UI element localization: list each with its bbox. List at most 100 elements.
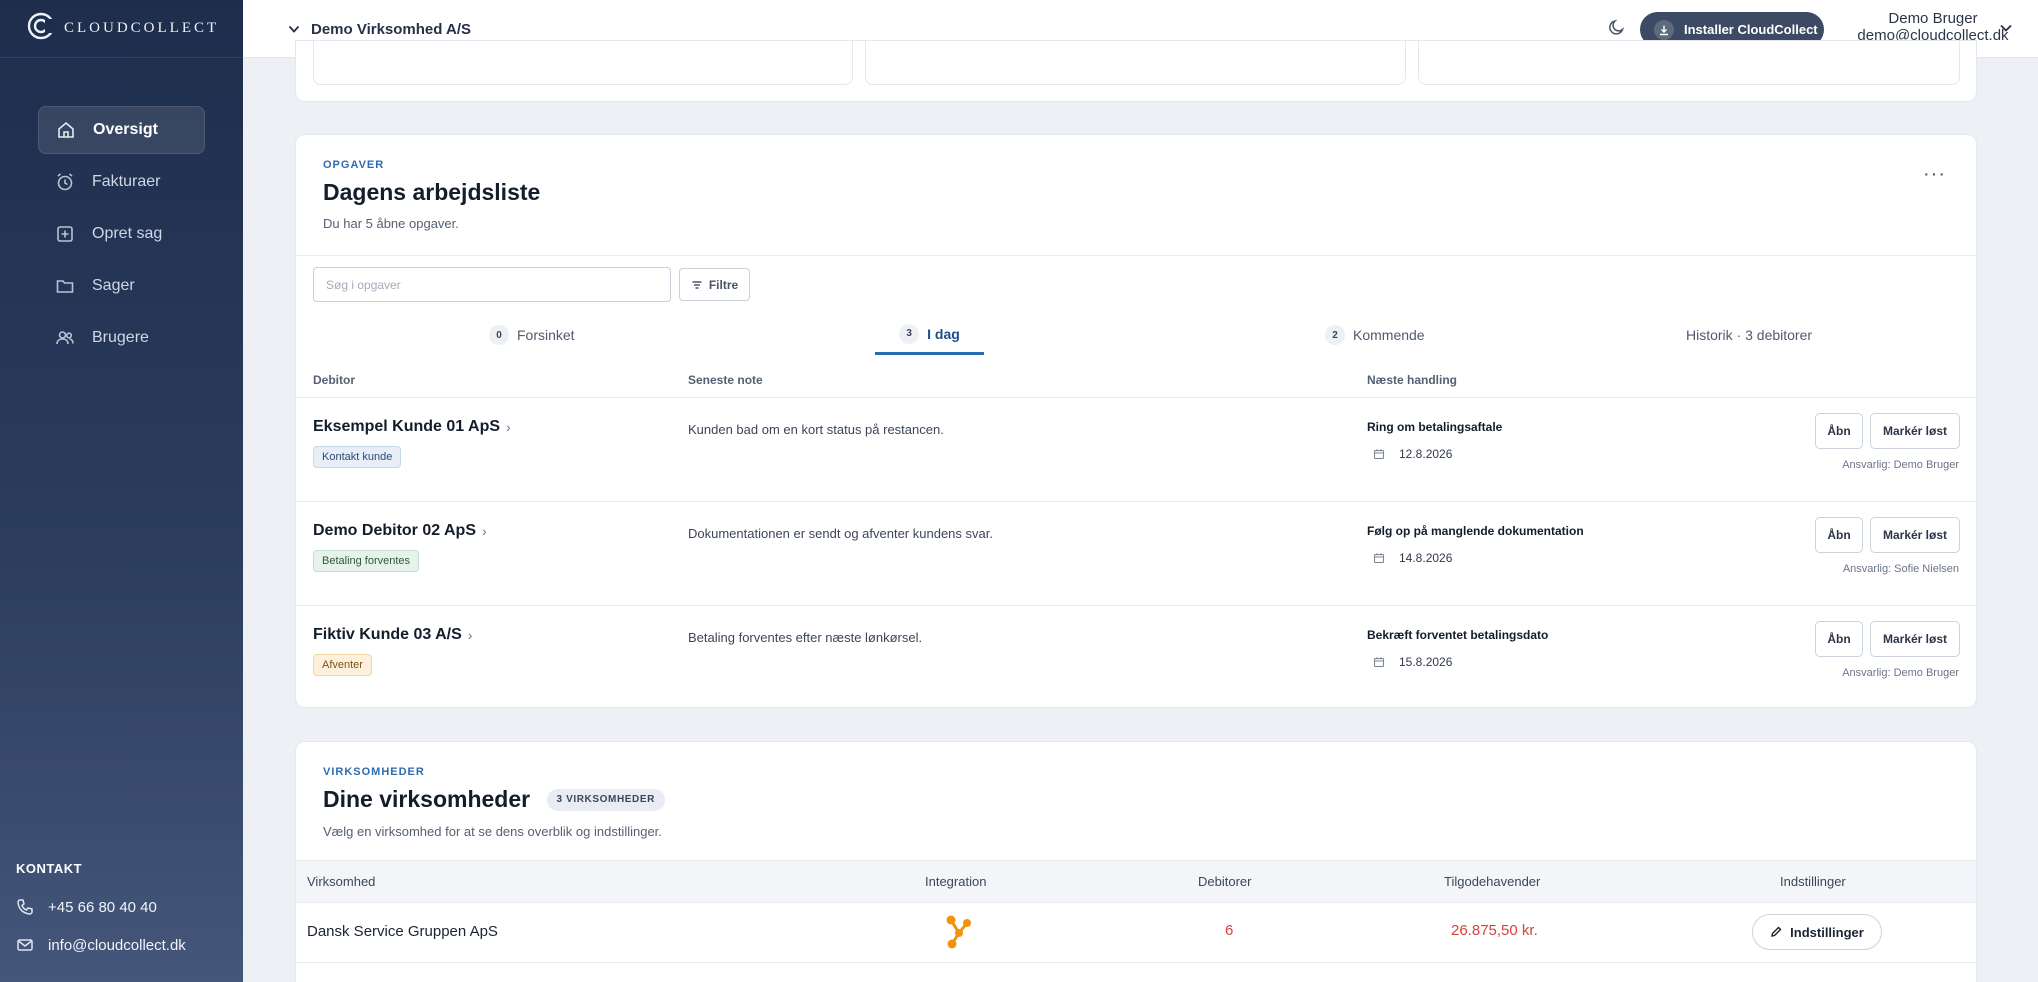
folder-icon [54,275,76,297]
tasks-eyebrow: OPGAVER [323,159,385,171]
install-label: Installer CloudCollect [1684,22,1818,37]
due-date-text: 12.8.2026 [1399,447,1453,461]
due-date-text: 14.8.2026 [1399,551,1453,565]
alarm-clock-icon [54,171,76,193]
chevron-down-icon[interactable] [1998,20,2014,41]
column-header-debitor: Debitor [313,373,355,387]
mark-resolved-button[interactable]: Markér løst [1870,621,1960,657]
theme-toggle-button[interactable] [1606,18,1628,40]
next-action: Bekræft forventet betalingsdato [1367,628,1549,642]
next-action: Følg op på manglende dokumentation [1367,524,1584,538]
sidebar-item-sager[interactable]: Sager [38,262,205,310]
due-date-text: 15.8.2026 [1399,655,1453,669]
chevron-down-icon [287,22,301,36]
task-tabs: 0 Forsinket 3 I dag 2 Kommende Historik … [313,315,1961,355]
download-icon [1654,19,1674,40]
column-header-note: Seneste note [688,373,763,387]
due-date: 14.8.2026 [1373,551,1452,565]
companies-title-row: Dine virksomheder 3 VIRKSOMHEDER [323,786,665,814]
tab-label: Forsinket [517,327,575,343]
sidebar-item-fakturaer[interactable]: Fakturaer [38,158,205,206]
tab-i-dag[interactable]: 3 I dag [875,315,984,355]
companies-table-header: Virksomhed Integration Debitorer Tilgode… [296,860,1976,903]
column-header-company: Virksomhed [307,874,376,889]
open-button[interactable]: Åbn [1815,621,1863,657]
due-date: 12.8.2026 [1373,447,1452,461]
tab-historik[interactable]: Historik · 3 debitorer [1686,315,1812,355]
sidebar-item-brugere[interactable]: Brugere [38,314,205,362]
sidebar-item-oversigt[interactable]: Oversigt [38,106,205,154]
filter-button[interactable]: Filtre [679,268,750,301]
settings-button[interactable]: Indstillinger [1752,914,1882,950]
task-search-input[interactable] [313,267,671,302]
logo-text: CLOUDCOLLECT [64,20,220,36]
column-header-debtors: Debitorer [1198,874,1252,889]
column-header-next-action: Næste handling [1367,373,1458,387]
debitor-name: Eksempel Kunde 01 ApS [313,418,501,435]
main-nav: Oversigt Fakturaer Opret sag Sager Bruge… [0,106,243,362]
sidebar-item-opret-sag[interactable]: Opret sag [38,210,205,258]
companies-header: VIRKSOMHEDER Dine virksomheder 3 VIRKSOM… [323,766,665,839]
receivables-amount: 26.875,50 kr. [1451,922,1538,939]
calendar-icon [1373,448,1385,460]
open-button[interactable]: Åbn [1815,517,1863,553]
summary-card [295,40,1977,102]
contact-phone-text: +45 66 80 40 40 [48,898,157,916]
task-row: Eksempel Kunde 01 ApS › Kontakt kunde Ku… [296,397,1976,501]
integration-icon [942,914,976,955]
settings-label: Indstillinger [1790,924,1864,940]
chevron-right-icon: › [467,627,473,643]
tab-kommende[interactable]: 2 Kommende [1325,315,1425,355]
column-header-integration: Integration [925,874,987,889]
column-header-receivables: Tilgodehavender [1444,874,1541,889]
debtor-count: 6 [1225,922,1234,939]
logo[interactable]: CLOUDCOLLECT [0,0,243,58]
divider [296,255,1976,256]
status-badge: Kontakt kunde [313,446,402,468]
sidebar-item-label: Oversigt [93,121,158,138]
pencil-icon [1770,926,1782,938]
mark-resolved-button[interactable]: Markér løst [1870,517,1960,553]
company-row[interactable]: Dansk Service Gruppen ApS 6 26.875,50 kr… [296,903,1976,963]
filter-label: Filtre [708,277,739,292]
sidebar-item-label: Fakturaer [92,173,161,190]
summary-tile [313,41,853,85]
summary-tile [1418,41,1960,85]
contact-phone[interactable]: +45 66 80 40 40 [16,888,236,926]
open-button[interactable]: Åbn [1815,413,1863,449]
contact-email-text: info@cloudcollect.dk [48,936,186,954]
contact-title: KONTAKT [16,861,83,876]
latest-note: Dokumentationen er sendt og afventer kun… [688,526,993,541]
tab-count: 0 [489,325,509,345]
latest-note: Betaling forventes efter næste lønkørsel… [688,630,923,645]
status-badge: Afventer [313,654,372,676]
mail-icon [16,936,36,954]
users-icon [54,327,76,349]
companies-title: Dine virksomheder [323,786,531,812]
debitor-link[interactable]: Fiktiv Kunde 03 A/S › [313,626,472,644]
companies-card: VIRKSOMHEDER Dine virksomheder 3 VIRKSOM… [295,741,1977,982]
calendar-icon [1373,552,1385,564]
tab-forsinket[interactable]: 0 Forsinket [489,315,575,355]
mark-resolved-button[interactable]: Markér løst [1870,413,1960,449]
contact-section: KONTAKT +45 66 80 40 40 info@cloudcollec… [16,861,236,964]
responsible: Ansvarlig: Demo Bruger [1842,459,1959,471]
tasks-subtitle: Du har 5 åbne opgaver. [323,216,459,231]
moon-icon [1608,18,1626,41]
chevron-right-icon: › [482,523,487,539]
task-row: Fiktiv Kunde 03 A/S › Afventer Betaling … [296,605,1976,709]
debitor-link[interactable]: Demo Debitor 02 ApS › [313,522,487,540]
next-action: Ring om betalingsaftale [1367,420,1503,434]
latest-note: Kunden bad om en kort status på restance… [688,422,944,437]
status-badge: Betaling forventes [313,550,420,572]
plus-square-icon [54,223,76,245]
home-icon [55,119,77,141]
sidebar: CLOUDCOLLECT Oversigt Fakturaer Opret sa… [0,0,243,982]
debitor-link[interactable]: Eksempel Kunde 01 ApS › [313,418,511,436]
companies-subtitle: Vælg en virksomhed for at se dens overbl… [323,823,662,839]
contact-email[interactable]: info@cloudcollect.dk [16,926,236,964]
chevron-right-icon: › [506,419,511,435]
more-options-icon[interactable]: ··· [1923,163,1946,186]
tasks-title: Dagens arbejdsliste [323,179,541,205]
column-header-settings: Indstillinger [1780,874,1846,889]
